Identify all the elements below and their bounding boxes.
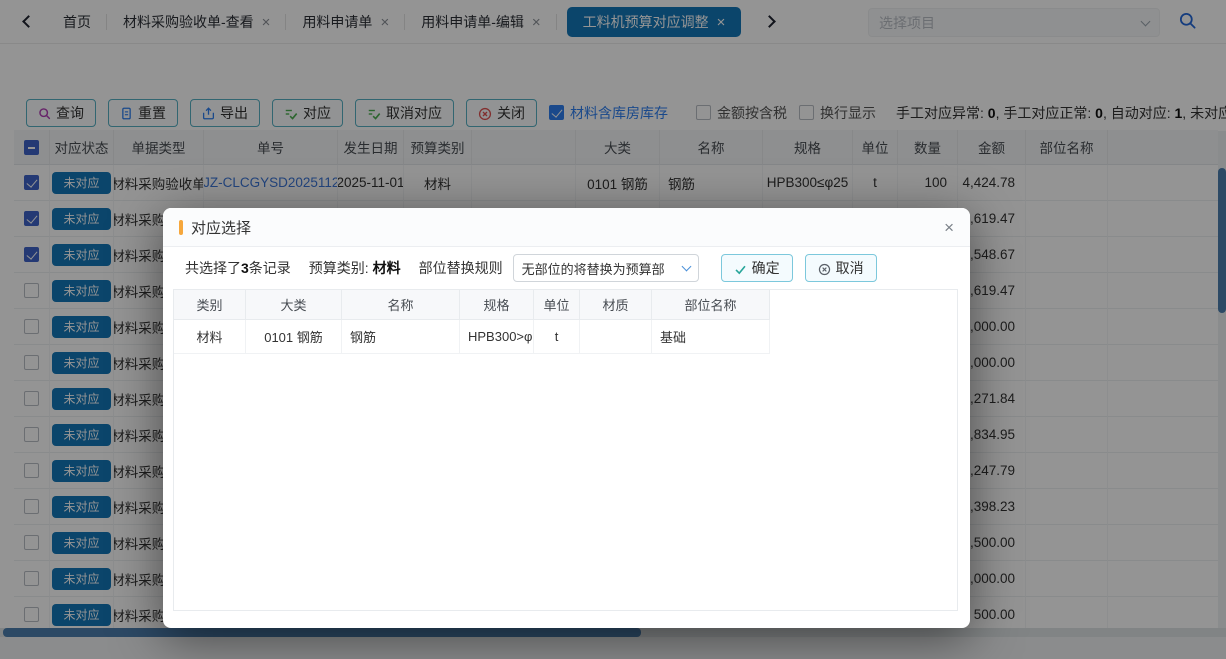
chevron-down-icon bbox=[681, 262, 691, 272]
col-header-spec: 规格 bbox=[460, 290, 534, 320]
cell-name: 钢筋 bbox=[342, 320, 460, 354]
title-marker bbox=[179, 220, 183, 235]
cell-spec: HPB300>φ bbox=[460, 320, 534, 354]
confirm-button[interactable]: 确定 bbox=[721, 254, 793, 282]
dialog-table-header: 类别 大类 名称 规格 单位 材质 部位名称 bbox=[174, 290, 770, 320]
col-header-category: 大类 bbox=[246, 290, 342, 320]
col-header-unit: 单位 bbox=[534, 290, 580, 320]
cancel-circle-icon bbox=[818, 260, 831, 276]
app-screen: 首页 材料采购验收单-查看 用料申请单 用料申请单-编辑 工料机预算对应调整 选… bbox=[0, 0, 1226, 659]
cancel-button[interactable]: 取消 bbox=[805, 254, 877, 282]
dialog-table-row[interactable]: 材料 0101 钢筋 钢筋 HPB300>φ t 基础 bbox=[174, 320, 770, 354]
dialog-title: 对应选择 bbox=[191, 217, 251, 238]
rule-select[interactable]: 无部位的将替换为预算部 bbox=[513, 254, 699, 282]
match-select-dialog: 对应选择 × 共选择了3条记录 预算类别: 材料 部位替换规则 无部位的将替换为… bbox=[163, 208, 970, 628]
dialog-toolbar: 共选择了3条记录 预算类别: 材料 部位替换规则 无部位的将替换为预算部 确定 … bbox=[163, 247, 970, 289]
col-header-type: 类别 bbox=[174, 290, 246, 320]
dialog-table-panel: 类别 大类 名称 规格 单位 材质 部位名称 材料 0101 钢筋 钢筋 HPB… bbox=[173, 289, 958, 611]
check-icon bbox=[734, 260, 747, 276]
cell-material bbox=[580, 320, 652, 354]
rule-label: 部位替换规则 bbox=[419, 258, 503, 278]
cell-type: 材料 bbox=[174, 320, 246, 354]
dialog-header: 对应选择 × bbox=[163, 208, 970, 247]
col-header-name: 名称 bbox=[342, 290, 460, 320]
cell-unit: t bbox=[534, 320, 580, 354]
cell-part: 基础 bbox=[652, 320, 770, 354]
cell-category: 0101 钢筋 bbox=[246, 320, 342, 354]
dialog-close-icon[interactable]: × bbox=[944, 219, 954, 236]
col-header-part: 部位名称 bbox=[652, 290, 770, 320]
rule-value: 无部位的将替换为预算部 bbox=[522, 259, 679, 278]
col-header-material: 材质 bbox=[580, 290, 652, 320]
selected-count-text: 共选择了3条记录 bbox=[185, 258, 291, 278]
budget-type-text: 预算类别: 材料 bbox=[309, 258, 401, 278]
